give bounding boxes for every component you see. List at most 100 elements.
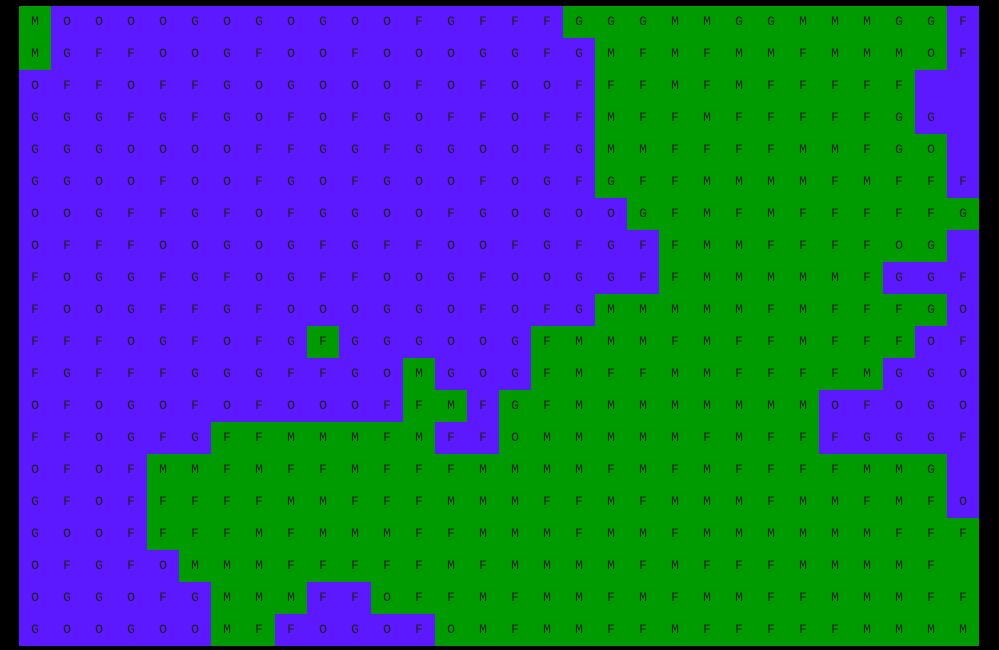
grid-cell: G: [851, 422, 883, 454]
grid-cell: M: [851, 38, 883, 70]
grid-cell: O: [211, 134, 243, 166]
grid-cell: G: [915, 230, 947, 262]
grid-cell: G: [595, 166, 627, 198]
grid-cell: M: [307, 422, 339, 454]
grid-cell: O: [435, 294, 467, 326]
grid-cell: F: [947, 262, 979, 294]
grid-cell: G: [915, 358, 947, 390]
grid-cell: F: [403, 70, 435, 102]
grid-cell: F: [819, 230, 851, 262]
grid-cell: O: [499, 198, 531, 230]
grid-cell: M: [243, 582, 275, 614]
grid-cell: F: [595, 614, 627, 646]
grid-cell: G: [883, 6, 915, 38]
grid-cell: F: [723, 134, 755, 166]
grid-cell: O: [179, 614, 211, 646]
grid-cell: G: [499, 358, 531, 390]
grid-cell: F: [787, 614, 819, 646]
grid-cell: F: [915, 582, 947, 614]
grid-cell: M: [691, 102, 723, 134]
grid-cell: M: [851, 6, 883, 38]
grid-cell: F: [851, 262, 883, 294]
grid-cell: M: [787, 166, 819, 198]
grid-cell: G: [403, 134, 435, 166]
grid-cell: M: [627, 326, 659, 358]
grid-cell: F: [371, 134, 403, 166]
grid-cell: G: [115, 422, 147, 454]
grid-cell: G: [19, 134, 51, 166]
grid-cell: M: [851, 358, 883, 390]
grid-cell: O: [243, 102, 275, 134]
grid-cell: F: [691, 38, 723, 70]
grid-cell: O: [179, 230, 211, 262]
grid-cell: F: [755, 422, 787, 454]
grid-cell: F: [819, 70, 851, 102]
grid-cell: M: [179, 454, 211, 486]
grid-cell: O: [499, 102, 531, 134]
grid-cell: M: [595, 518, 627, 550]
grid-cell: F: [211, 262, 243, 294]
grid-cell: M: [499, 486, 531, 518]
grid-cell: M: [851, 550, 883, 582]
grid-cell: F: [819, 358, 851, 390]
grid-cell: G: [595, 6, 627, 38]
grid-cell: F: [275, 614, 307, 646]
grid-cell: G: [179, 198, 211, 230]
grid-cell: O: [19, 550, 51, 582]
grid-cell: M: [723, 486, 755, 518]
grid-cell: [947, 102, 979, 134]
grid-cell: M: [499, 550, 531, 582]
grid-cell: F: [147, 422, 179, 454]
grid-cell: M: [275, 582, 307, 614]
grid-cell: O: [83, 486, 115, 518]
grid-cell: O: [947, 486, 979, 518]
grid-cell: F: [115, 198, 147, 230]
grid-cell: O: [275, 6, 307, 38]
grid-cell: M: [691, 294, 723, 326]
grid-cell: F: [467, 166, 499, 198]
grid-cell: F: [115, 102, 147, 134]
grid-cell: M: [595, 550, 627, 582]
grid-cell: F: [755, 454, 787, 486]
grid-cell: F: [211, 454, 243, 486]
grid-cell: F: [563, 166, 595, 198]
grid-cell: F: [83, 70, 115, 102]
grid-cell: O: [403, 198, 435, 230]
grid-cell: F: [339, 582, 371, 614]
grid-cell: O: [19, 70, 51, 102]
grid-cell: F: [819, 422, 851, 454]
grid-cell: M: [659, 358, 691, 390]
grid-cell: O: [115, 582, 147, 614]
grid-cell: G: [627, 198, 659, 230]
grid-cell: O: [435, 326, 467, 358]
grid-cell: G: [275, 326, 307, 358]
grid-cell: M: [691, 230, 723, 262]
grid-cell: F: [787, 38, 819, 70]
grid-cell: O: [19, 230, 51, 262]
grid-cell: G: [883, 262, 915, 294]
grid-cell: O: [307, 70, 339, 102]
grid-cell: M: [787, 6, 819, 38]
grid-cell: M: [723, 518, 755, 550]
grid-cell: F: [211, 198, 243, 230]
grid-cell: O: [339, 6, 371, 38]
grid-cell: F: [147, 70, 179, 102]
grid-cell: F: [371, 230, 403, 262]
grid-cell: F: [787, 230, 819, 262]
grid-cell: M: [627, 390, 659, 422]
grid-cell: M: [531, 550, 563, 582]
grid-cell: F: [883, 198, 915, 230]
grid-cell: M: [723, 582, 755, 614]
grid-cell: F: [435, 454, 467, 486]
grid-cell: M: [563, 614, 595, 646]
grid-cell: F: [275, 550, 307, 582]
grid-cell: F: [723, 102, 755, 134]
grid-cell: O: [51, 294, 83, 326]
grid-cell: M: [787, 550, 819, 582]
grid-cell: F: [403, 390, 435, 422]
grid-cell: G: [19, 166, 51, 198]
grid-cell: G: [307, 6, 339, 38]
grid-cell: G: [339, 198, 371, 230]
grid-cell: F: [179, 102, 211, 134]
grid-cell: G: [339, 326, 371, 358]
